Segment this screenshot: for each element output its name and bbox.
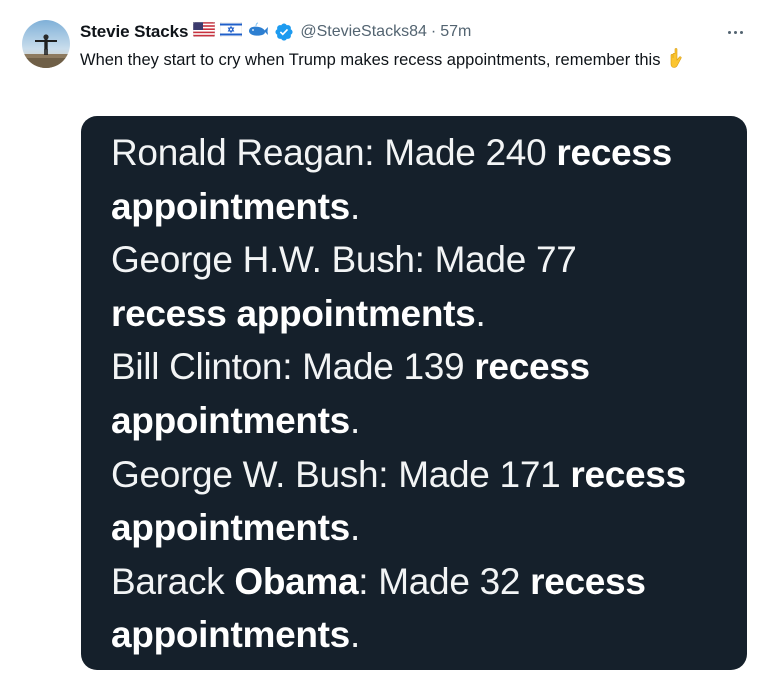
tweet-text: When they start to cry when Trump makes …	[80, 48, 750, 75]
plain-text: Ronald Reagan: Made 240	[111, 132, 557, 173]
tweet-body: When they start to cry when Trump makes …	[80, 51, 661, 69]
bold-text: appointments	[111, 399, 350, 441]
timestamp[interactable]: 57m	[440, 23, 471, 41]
plain-text: .	[349, 185, 360, 227]
image-text-line: recess appointments.	[111, 287, 741, 341]
user-handle[interactable]: @StevieStacks84	[300, 23, 427, 41]
image-text: Ronald Reagan: Made 240 recess appointmen…	[111, 126, 741, 662]
plain-text: .	[475, 292, 486, 334]
us-flag-icon	[193, 21, 216, 42]
more-options-icon[interactable]	[722, 22, 748, 42]
bold-text: appointments	[111, 507, 350, 549]
avatar-image	[22, 20, 70, 68]
bold-text: appointments	[111, 185, 350, 227]
plain-text: Bill Clinton: Made 139	[111, 346, 475, 388]
image-text-line: appointments.	[111, 180, 741, 234]
image-text-line: Barack Obama: Made 32 recess	[111, 555, 741, 609]
plain-text: .	[349, 507, 360, 549]
image-text-line: appointments.	[111, 501, 741, 555]
whale-icon	[247, 22, 269, 43]
image-text-line: appointments.	[111, 608, 741, 662]
bold-text: Obama	[234, 560, 359, 602]
bold-text: appointments	[111, 614, 350, 656]
plain-text: .	[349, 614, 360, 656]
tweet-header: Stevie Stacks @StevieStacks84 · 57m	[80, 20, 471, 44]
image-text-line: George W. Bush: Made 171 recess	[111, 448, 741, 502]
image-text-line: Ronald Reagan: Made 240 recess	[111, 126, 741, 180]
tweet[interactable]: Stevie Stacks @StevieStacks84 · 57m When…	[0, 0, 768, 686]
plain-text: George H.W. Bush: Made 77	[111, 239, 577, 281]
israel-flag-icon	[220, 21, 243, 42]
bold-text: recess appointments	[111, 292, 476, 334]
verified-badge-icon[interactable]	[274, 22, 294, 42]
plain-text: : Made 32	[358, 560, 531, 602]
tweet-image[interactable]: Ronald Reagan: Made 240 recess appointmen…	[81, 116, 747, 670]
bold-text: recess	[570, 453, 686, 495]
separator: ·	[430, 23, 437, 40]
image-text-line: George H.W. Bush: Made 77	[111, 233, 741, 287]
bold-text: recess	[474, 346, 590, 388]
plain-text: George W. Bush: Made 171	[111, 453, 571, 495]
bold-text: recess	[530, 560, 646, 602]
plain-text: Barack	[111, 560, 235, 602]
backhand-index-pointing-down-icon	[669, 48, 687, 75]
image-text-line: Bill Clinton: Made 139 recess	[111, 340, 741, 394]
display-name[interactable]: Stevie Stacks	[80, 22, 188, 42]
avatar[interactable]	[22, 20, 70, 68]
image-text-line: appointments.	[111, 394, 741, 448]
plain-text: .	[349, 399, 360, 441]
bold-text: recess	[556, 132, 672, 173]
